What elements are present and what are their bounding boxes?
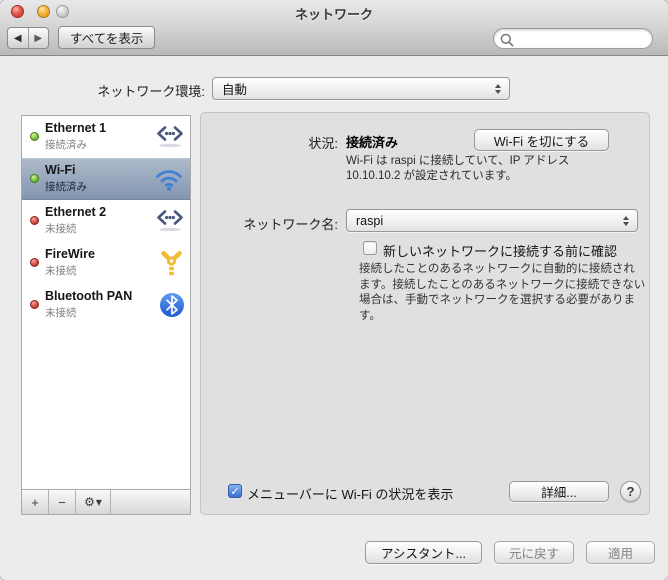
assistant-button[interactable]: アシスタント...	[365, 541, 482, 564]
sidebar-item-ethernet1[interactable]: Ethernet 1 接続済み	[22, 116, 190, 158]
search-input[interactable]	[516, 30, 646, 47]
firewire-icon	[158, 250, 185, 277]
apply-button[interactable]: 適用	[586, 541, 655, 564]
network-name-label: ネットワーク名:	[201, 214, 338, 233]
status-value: 接続済み	[346, 132, 398, 151]
status-description: Wi-Fi は raspi に接続していて、IP アドレス 10.10.10.2…	[346, 154, 569, 184]
remove-interface-button[interactable]: −	[49, 490, 76, 514]
advanced-button[interactable]: 詳細...	[509, 481, 609, 502]
sidebar-item-wifi[interactable]: Wi-Fi 接続済み	[22, 158, 190, 200]
show-all-button[interactable]: すべてを表示	[58, 26, 155, 49]
network-location-value: 自動	[222, 79, 247, 98]
window-title: ネットワーク	[0, 4, 668, 23]
show-wifi-in-menubar-checkbox[interactable]: ✓	[228, 484, 242, 498]
interface-name: Ethernet 1	[45, 121, 106, 135]
forward-arrow-icon: ▶	[34, 33, 42, 44]
close-window-button[interactable]	[11, 5, 24, 18]
back-button[interactable]: ◀	[8, 28, 29, 48]
status-dot-connected-icon	[30, 132, 39, 141]
action-menu-button[interactable]: ⚙▾	[76, 490, 111, 514]
minimize-window-button[interactable]	[37, 5, 50, 18]
network-preferences-window: ネットワーク ◀ ▶ すべてを表示 ネットワーク環境: 自動 Ethernet …	[0, 0, 668, 580]
ethernet-icon	[155, 125, 185, 149]
question-mark-icon: ?	[627, 484, 635, 499]
gear-icon: ⚙	[84, 495, 95, 509]
checkmark-icon: ✓	[230, 485, 239, 498]
interface-status: 未接続	[45, 263, 77, 278]
interface-name: Bluetooth PAN	[45, 289, 132, 303]
ethernet-icon	[155, 209, 185, 233]
status-dot-disconnected-icon	[30, 300, 39, 309]
wifi-toggle-button[interactable]: Wi-Fi を切にする	[474, 129, 609, 151]
interface-list-items: Ethernet 1 接続済み Wi-Fi 接続済み	[22, 116, 190, 489]
interface-status: 接続済み	[45, 179, 87, 194]
status-dot-disconnected-icon	[30, 258, 39, 267]
nav-buttons: ◀ ▶	[7, 27, 49, 49]
interface-name: FireWire	[45, 247, 95, 261]
interface-status: 接続済み	[45, 137, 87, 152]
zoom-window-button	[56, 5, 69, 18]
sidebar-item-ethernet2[interactable]: Ethernet 2 未接続	[22, 200, 190, 242]
interface-status: 未接続	[45, 221, 77, 236]
search-icon	[499, 32, 515, 48]
add-interface-button[interactable]: +	[22, 490, 49, 514]
search-field[interactable]	[493, 28, 653, 49]
footer-spacer	[111, 490, 190, 514]
popup-stepper-arrows-icon	[623, 216, 629, 226]
interface-name: Ethernet 2	[45, 205, 106, 219]
chevron-down-icon: ▾	[96, 495, 102, 509]
status-dot-disconnected-icon	[30, 216, 39, 225]
ask-join-checkbox[interactable]	[363, 241, 377, 255]
network-name-popup[interactable]: raspi	[346, 209, 638, 232]
interface-status: 未接続	[45, 305, 77, 320]
help-button[interactable]: ?	[620, 481, 641, 502]
forward-button[interactable]: ▶	[29, 28, 49, 48]
sidebar-item-bluetooth-pan[interactable]: Bluetooth PAN 未接続	[22, 284, 190, 326]
ask-join-description: 接続したことのあるネットワークに自動的に接続されます。接続したことのあるネットワ…	[359, 262, 646, 324]
bluetooth-icon	[159, 292, 185, 318]
wifi-settings-pane: 状況: 接続済み Wi-Fi を切にする Wi-Fi は raspi に接続して…	[200, 112, 650, 515]
interface-list: Ethernet 1 接続済み Wi-Fi 接続済み	[21, 115, 191, 515]
revert-button[interactable]: 元に戻す	[494, 541, 574, 564]
network-location-popup[interactable]: 自動	[212, 77, 510, 100]
popup-stepper-arrows-icon	[495, 84, 501, 94]
back-arrow-icon: ◀	[14, 33, 22, 44]
status-dot-connected-icon	[30, 174, 39, 183]
sidebar-item-firewire[interactable]: FireWire 未接続	[22, 242, 190, 284]
window-chrome: ネットワーク ◀ ▶ すべてを表示	[0, 0, 668, 56]
network-name-value: raspi	[356, 214, 383, 228]
network-location-label: ネットワーク環境:	[40, 81, 205, 100]
ask-join-label: 新しいネットワークに接続する前に確認	[383, 241, 617, 260]
wifi-icon	[153, 166, 185, 192]
show-wifi-in-menubar-label: メニューバーに Wi-Fi の状況を表示	[247, 484, 453, 503]
status-label: 状況:	[201, 133, 338, 152]
interface-name: Wi-Fi	[45, 163, 75, 177]
interface-list-footer: + − ⚙▾	[22, 489, 190, 514]
